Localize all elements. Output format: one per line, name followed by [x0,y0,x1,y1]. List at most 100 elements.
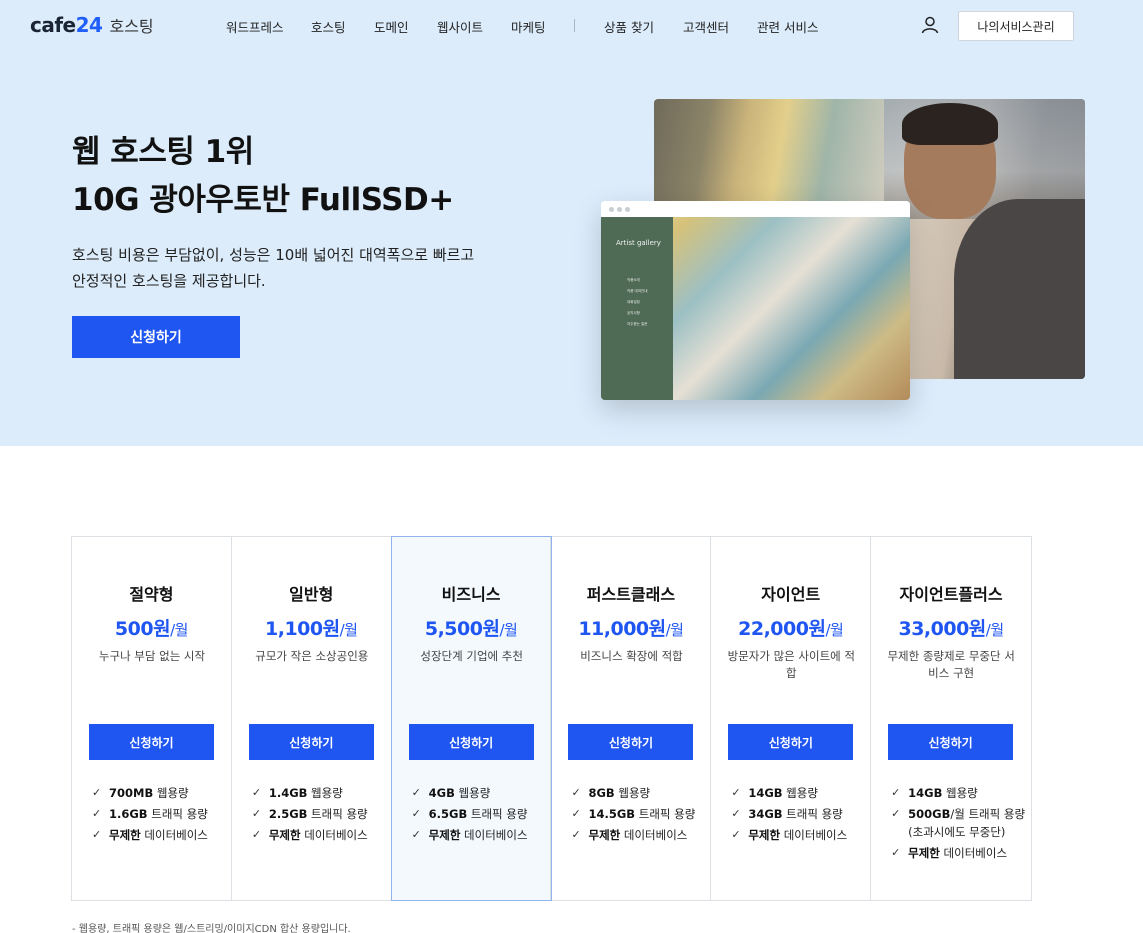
hero-title-line1: 웹 호스팅 1위 [72,134,254,170]
feature-item: ✓ 6.5GB 트래픽 용량 [411,807,528,821]
plan-description: 누구나 부담 없는 시작 [98,649,206,663]
plan-name: 일반형 [289,585,334,604]
plan-description: 무제한 종량제로 무중단 서비스 구현 [887,649,1015,680]
feature-item: ✓ 4GB 웹용량 [411,786,491,800]
my-service-button[interactable]: 나의서비스관리 [958,11,1074,41]
hero-desc-line1: 호스팅 비용은 부담없이, 성능은 10배 넓어진 대역폭으로 빠르고 [72,246,475,264]
check-icon: ✓ [571,786,581,799]
plan-description: 비즈니스 확장에 적합 [580,649,683,663]
feature-item: ✓ 무제한 데이터베이스 [571,828,688,842]
feature-item: ✓ 무제한 데이터베이스 [891,846,1008,860]
check-icon: ✓ [411,807,421,820]
plan-card-business: 비즈니스 5,500원/월 성장단계 기업에 추천 신청하기 ✓ 4GB 웹용량 … [390,536,553,901]
plan-name: 퍼스트클래스 [586,585,676,604]
feature-item: ✓ 무제한 데이터베이스 [92,828,208,842]
plan-apply-button[interactable]: 신청하기 [408,724,534,760]
feature-item: ✓ 14GB 웹용량 [731,786,818,800]
plan-description: 규모가 작은 소상공인용 [255,649,369,663]
logo-subtitle: 호스팅 [109,17,154,36]
check-icon: ✓ [92,786,102,799]
feature-item: ✓ 34GB 트래픽 용량 [731,807,843,821]
nav-customer-center[interactable]: 고객센터 [683,17,729,36]
plan-price: 33,000원/월 [898,618,1004,640]
feature-item: ✓ 무제한 데이터베이스 [411,828,528,842]
plan-price: 1,100원/월 [265,618,358,640]
check-icon: ✓ [731,828,741,841]
check-icon: ✓ [891,786,901,799]
feature-item: ✓ 500GB/월 트래픽 용량 (초과시에도 무중단) [891,807,1026,839]
hero-apply-button[interactable]: 신청하기 [72,316,240,358]
check-icon: ✓ [92,807,102,820]
plan-card-first-class: 퍼스트클래스 11,000원/월 비즈니스 확장에 적합 신청하기 ✓ 8GB 웹… [551,537,712,900]
browser-mockup: Artist gallery 작품소개 작품 대여안내 대회일정 공지사항 자주… [601,201,910,400]
nav-find-product[interactable]: 상품 찾기 [604,17,654,36]
hero-title-line2: 10G 광아우토반 FullSSD+ [72,182,454,218]
check-icon: ✓ [251,828,262,841]
gallery-menu-item: 공지사항 [627,311,640,315]
check-icon: ✓ [411,786,421,799]
plan-description: 방문자가 많은 사이트에 적합 [727,649,855,680]
nav-domain[interactable]: 도메인 [374,17,409,36]
gallery-menu: 작품소개 작품 대여안내 대회일정 공지사항 자주묻는 질문 [627,278,647,333]
feature-item: ✓ 1.6GB 트래픽 용량 [92,807,208,821]
plan-features: ✓ 14GB 웹용량 ✓ 34GB 트래픽 용량 ✓ 무제한 데이터베이스 [731,784,867,847]
feature-item: ✓ 8GB 웹용량 [571,786,651,800]
feature-item: ✓ 무제한 데이터베이스 [251,828,368,842]
cafe24-logo[interactable]: cafe24 호스팅 [30,13,154,37]
plan-features: ✓ 8GB 웹용량 ✓ 14.5GB 트래픽 용량 ✓ 무제한 데이터베이스 [571,784,707,847]
check-icon: ✓ [571,828,581,841]
plan-apply-button[interactable]: 신청하기 [728,724,854,760]
feature-item: ✓ 14.5GB 트래픽 용량 [571,807,696,821]
nav-related-services[interactable]: 관련 서비스 [757,17,818,36]
hero-description: 호스팅 비용은 부담없이, 성능은 10배 넓어진 대역폭으로 빠르고 안정적인… [72,242,474,294]
site-header: cafe24 호스팅 워드프레스 호스팅 도메인 웹사이트 마케팅 상품 찾기 … [0,0,1143,52]
check-icon: ✓ [92,828,102,841]
plan-card-giant: 자이언트 22,000원/월 방문자가 많은 사이트에 적합 신청하기 ✓ 14G… [711,537,872,900]
hero-desc-line2: 안정적인 호스팅을 제공합니다. [72,272,266,290]
plan-price: 22,000원/월 [738,618,844,640]
plan-features: ✓ 700MB 웹용량 ✓ 1.6GB 트래픽 용량 ✓ 무제한 데이터베이스 [92,784,228,847]
plan-name: 자이언트 [761,585,821,604]
feature-item: ✓ 14GB 웹용량 [891,786,978,800]
check-icon: ✓ [251,807,262,820]
plan-apply-button[interactable]: 신청하기 [248,724,374,760]
user-icon[interactable] [920,15,940,35]
plan-name: 비즈니스 [441,585,501,604]
plan-description: 성장단계 기업에 추천 [420,649,523,663]
plan-apply-button[interactable]: 신청하기 [89,724,214,760]
gallery-title: Artist gallery [616,239,661,247]
plan-price: 11,000원/월 [578,618,684,640]
plan-features: ✓ 4GB 웹용량 ✓ 6.5GB 트래픽 용량 ✓ 무제한 데이터베이스 [412,784,548,847]
nav-website[interactable]: 웹사이트 [437,17,483,36]
plan-features: ✓ 1.4GB 웹용량 ✓ 2.5GB 트래픽 용량 ✓ 무제한 데이터베이스 [252,784,388,847]
plan-apply-button[interactable]: 신청하기 [888,724,1014,760]
check-icon: ✓ [891,807,901,820]
check-icon: ✓ [571,807,581,820]
nav-divider [574,19,575,32]
feature-item: ✓ 700MB 웹용량 [92,786,189,800]
plan-comparison: 절약형 500원/월 누구나 부담 없는 시작 신청하기 ✓ 700MB 웹용량 … [71,536,1032,901]
plan-features: ✓ 14GB 웹용량 ✓ 500GB/월 트래픽 용량 (초과시에도 무중단) ✓ 무… [891,784,1027,865]
browser-titlebar [601,201,910,217]
check-icon: ✓ [891,846,901,859]
plan-card-basic: 일반형 1,100원/월 규모가 작은 소상공인용 신청하기 ✓ 1.4GB 웹용… [232,537,392,900]
plan-price: 5,500원/월 [424,618,518,640]
plan-apply-button[interactable]: 신청하기 [568,724,694,760]
nav-hosting[interactable]: 호스팅 [311,17,346,36]
gallery-menu-item: 대회일정 [627,300,640,304]
nav-wordpress[interactable]: 워드프레스 [226,17,284,36]
plan-name: 절약형 [129,585,174,604]
gallery-menu-item: 작품소개 [627,278,640,282]
check-icon: ✓ [251,786,262,799]
nav-marketing[interactable]: 마케팅 [511,17,546,36]
gallery-menu-item: 작품 대여안내 [627,289,648,293]
plan-name: 자이언트플러스 [899,585,1003,604]
capacity-footnote: - 웹용량, 트래픽 용량은 웹/스트리밍/이미지CDN 합산 용량입니다. [72,924,351,933]
plan-price: 500원/월 [114,618,189,640]
feature-item: ✓ 2.5GB 트래픽 용량 [251,807,368,821]
check-icon: ✓ [731,807,741,820]
logo-wordmark: cafe24 [30,13,103,37]
hero-title: 웹 호스팅 1위 10G 광아우토반 FullSSD+ [72,128,454,224]
plan-card-saving: 절약형 500원/월 누구나 부담 없는 시작 신청하기 ✓ 700MB 웹용량 … [72,537,232,900]
plan-card-giant-plus: 자이언트플러스 33,000원/월 무제한 종량제로 무중단 서비스 구현 신청… [871,537,1031,900]
